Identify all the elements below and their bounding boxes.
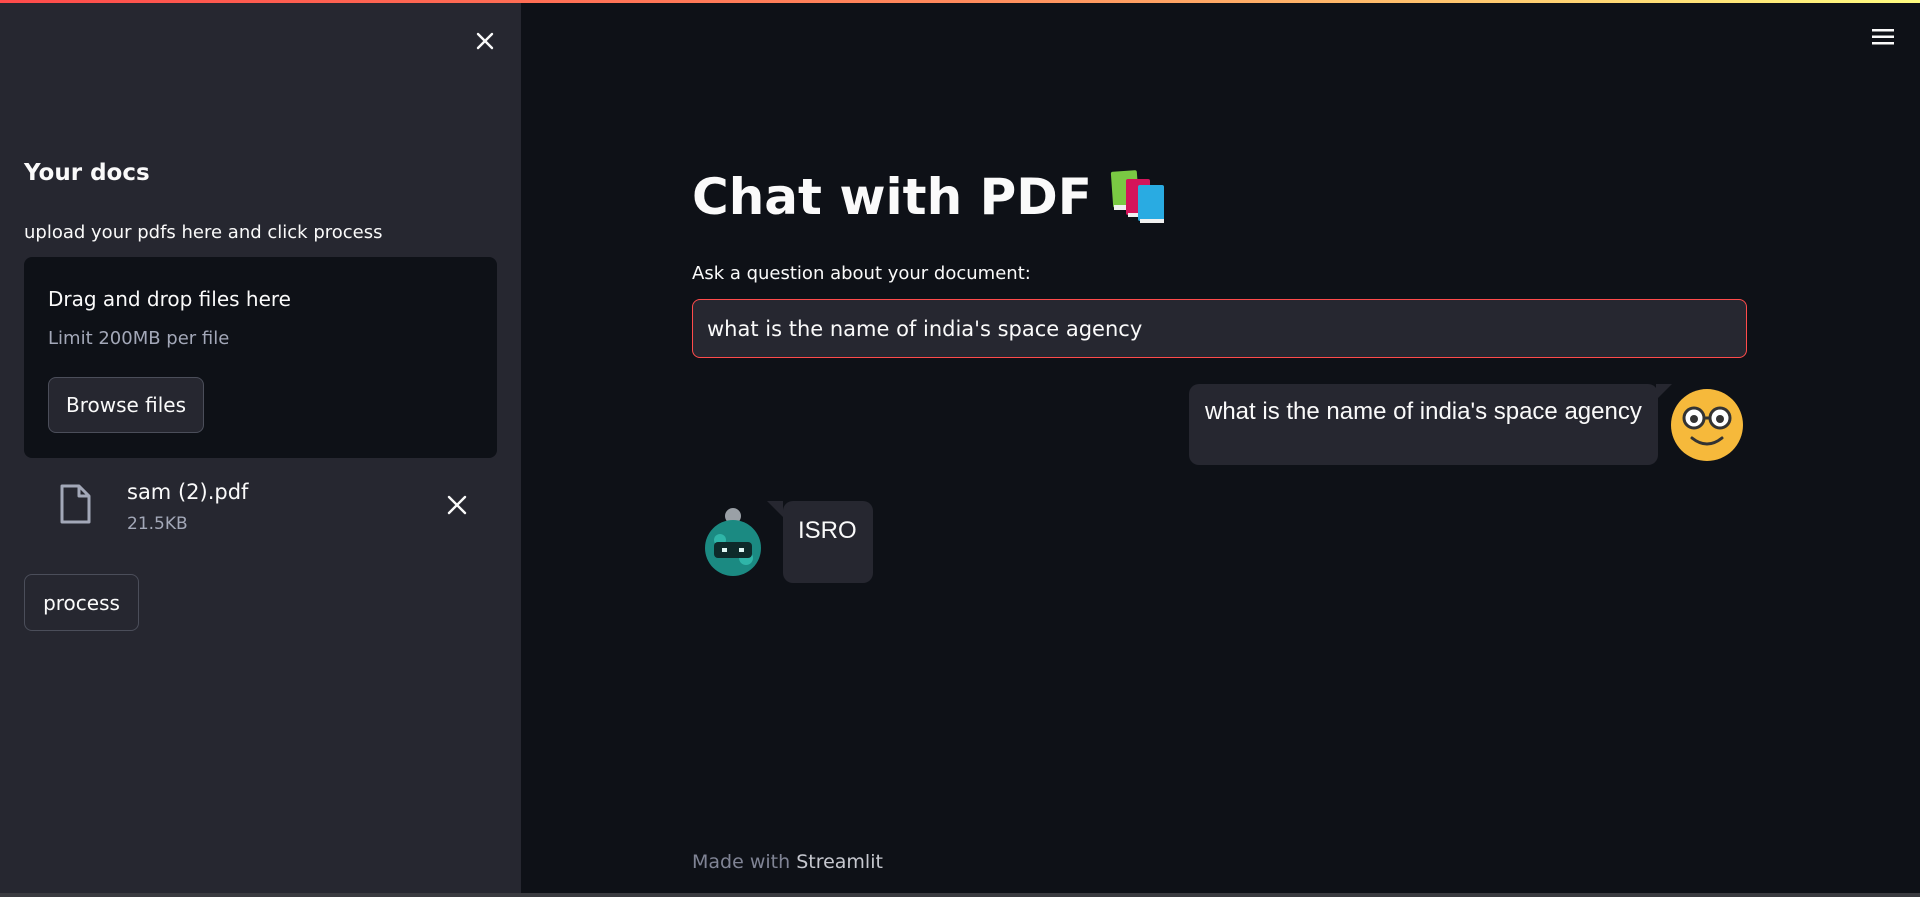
question-input-label: Ask a question about your document:	[692, 263, 1031, 284]
robot-icon	[705, 508, 761, 576]
dropzone-limit: Limit 200MB per file	[48, 328, 230, 349]
sidebar-title: Your docs	[24, 160, 150, 186]
file-icon	[60, 484, 91, 524]
streamlit-link[interactable]: Streamlit	[796, 851, 883, 873]
file-name: sam (2).pdf	[127, 480, 249, 504]
user-message: what is the name of india's space agency	[1189, 384, 1672, 465]
nerd-face-icon	[1671, 389, 1743, 461]
file-dropzone[interactable]: Drag and drop files here Limit 200MB per…	[24, 257, 497, 458]
hamburger-menu-icon[interactable]	[1870, 26, 1896, 48]
sidebar: Your docs upload your pdfs here and clic…	[0, 0, 521, 893]
books-emoji-icon	[1110, 170, 1164, 223]
dropzone-label: Drag and drop files here	[48, 287, 291, 311]
close-sidebar-icon[interactable]	[470, 26, 500, 56]
page-title-text: Chat with PDF	[692, 168, 1092, 226]
bottom-border	[0, 893, 1920, 897]
sidebar-caption: upload your pdfs here and click process	[24, 222, 383, 243]
page-title: Chat with PDF	[692, 168, 1168, 226]
remove-file-icon[interactable]	[444, 492, 470, 518]
browse-files-button[interactable]: Browse files	[48, 377, 204, 433]
file-size: 21.5KB	[127, 514, 188, 534]
bot-message: ISRO	[767, 501, 873, 583]
footer: Made with Streamlit	[692, 851, 883, 873]
process-button[interactable]: process	[24, 574, 139, 631]
uploaded-file-item: sam (2).pdf 21.5KB	[24, 470, 497, 542]
top-decoration-bar	[0, 0, 1920, 3]
footer-prefix: Made with	[692, 851, 791, 873]
question-input[interactable]	[692, 299, 1747, 358]
